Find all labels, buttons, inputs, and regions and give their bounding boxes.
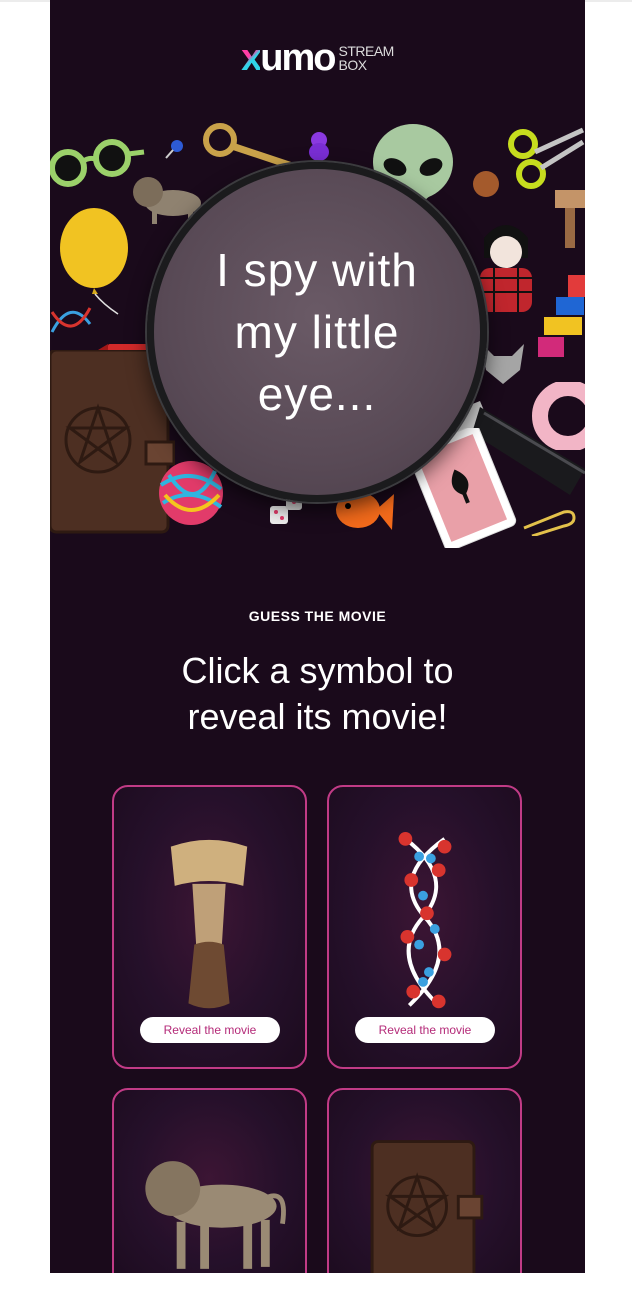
- magnifying-glass-lens: I spy with my little eye...: [147, 162, 487, 502]
- hero-headline-line-3: eye...: [257, 368, 377, 420]
- symbol-card-book[interactable]: [327, 1088, 522, 1273]
- section-headline: Click a symbol to reveal its movie!: [50, 648, 585, 740]
- logo-subtitle-stream: STREAM: [338, 43, 395, 59]
- hero-headline-line-1: I spy with: [216, 244, 418, 296]
- paper-clip-icon: [523, 510, 576, 536]
- wooden-totem-icon: [170, 839, 248, 1009]
- dna-mini-icon: [50, 307, 92, 333]
- gavel-icon: [555, 190, 585, 248]
- hero-headline-line-2: my little: [234, 306, 400, 358]
- gummy-bear-icon: [309, 132, 329, 161]
- section-eyebrow: GUESS THE MOVIE: [248, 608, 387, 624]
- logo-wordmark: xumo: [241, 37, 336, 79]
- email-body: xumo STREAM BOX I spy with my little eye…: [50, 0, 585, 1273]
- dna-helix-icon: [398, 831, 452, 1009]
- headline-line-1: Click a symbol to: [181, 650, 454, 691]
- xumo-logo[interactable]: xumo STREAM BOX: [50, 38, 585, 78]
- logo-rest: umo: [260, 37, 336, 79]
- symbol-card-dna[interactable]: Reveal the movie: [327, 785, 522, 1069]
- hero-headline: I spy with my little eye...: [182, 239, 452, 425]
- penny-icon: [473, 171, 499, 197]
- scissors-icon: [508, 127, 585, 189]
- symbol-card-lion[interactable]: [112, 1088, 307, 1273]
- toy-blocks-icon: [538, 275, 585, 357]
- logo-subtitle: STREAM BOX: [338, 43, 395, 73]
- hero-banner[interactable]: I spy with my little eye...: [50, 110, 585, 550]
- pentagram-book-icon: [370, 1140, 484, 1273]
- logo-subtitle-box: BOX: [338, 57, 368, 73]
- headline-line-2: reveal its movie!: [187, 696, 448, 737]
- reveal-movie-button-2[interactable]: Reveal the movie: [355, 1017, 495, 1043]
- pushpin-icon: [165, 140, 183, 159]
- lion-figurine-icon: [145, 1161, 286, 1269]
- symbol-card-totem[interactable]: Reveal the movie: [112, 785, 307, 1069]
- reveal-movie-button-1[interactable]: Reveal the movie: [140, 1017, 280, 1043]
- logo-x-glyph: x: [241, 37, 262, 79]
